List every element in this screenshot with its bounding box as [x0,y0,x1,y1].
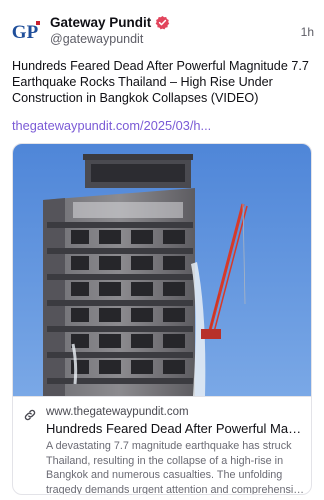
svg-text:GP: GP [12,22,39,43]
author-block: Gateway Pundit @gatewaypundit [50,14,170,46]
post-header: GP Gateway Pundit @gatewaypundit 1h [10,12,314,48]
card-description-line: A devastating 7.7 magnitude earthquake h… [46,440,292,452]
card-description-line: tragedy demands urgent attention and com… [46,483,306,495]
handle[interactable]: @gatewaypundit [50,32,170,46]
display-name[interactable]: Gateway Pundit [50,15,151,30]
link-preview-card[interactable]: www.thegatewaypundit.com Hundreds Feared… [12,143,312,495]
post[interactable]: GP Gateway Pundit @gatewaypundit 1h Hund… [0,0,324,500]
card-title[interactable]: Hundreds Feared Dead After Powerful Magn… [46,420,306,437]
timestamp[interactable]: 1h [301,25,314,39]
card-description-line: Bangkok and numerous casualties. The unf… [46,469,283,481]
card-description-line: Thailand, resulting in the collapse of a… [46,454,284,467]
card-description: A devastating 7.7 magnitude earthquake h… [46,439,306,495]
name-row: Gateway Pundit [50,14,170,30]
link-chain-icon [24,409,36,421]
card-domain: www.thegatewaypundit.com [46,406,189,418]
verified-badge-icon [155,15,170,29]
card-image [13,144,311,396]
avatar[interactable]: GP [10,16,42,48]
post-link[interactable]: thegatewaypundit.com/2025/03/h... [12,118,211,133]
card-meta: www.thegatewaypundit.com Hundreds Feared… [13,396,311,495]
post-text: Hundreds Feared Dead After Powerful Magn… [12,59,309,105]
